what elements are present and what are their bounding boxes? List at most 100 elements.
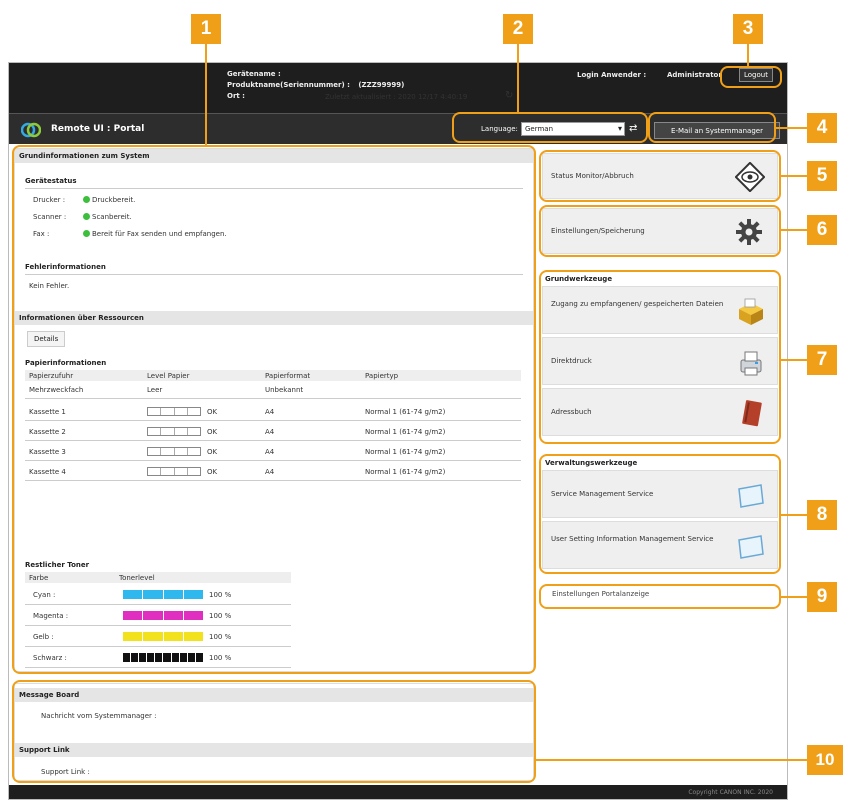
management-tools-title: Verwaltungswerkzeuge [545, 459, 638, 467]
paper-level-gauge [147, 467, 201, 476]
callout-stem-3 [747, 42, 749, 67]
service-management-label: Service Management Service [551, 490, 654, 498]
error-info-value: Kein Fehler. [29, 282, 70, 290]
status-monitor-tile[interactable]: Status Monitor/Abbruch [542, 153, 778, 199]
toner-level-bar [123, 632, 203, 641]
remote-ui-logo-icon [21, 122, 41, 138]
paper-source: Kassette 3 [29, 448, 66, 456]
settings-label: Einstellungen/Speicherung [551, 227, 645, 235]
basic-tools-title: Grundwerkzeuge [545, 275, 613, 283]
last-updated-text: Zuletzt aktualisiert : 2020 12/17 4:40:1… [325, 93, 468, 101]
paper-source: Kassette 2 [29, 428, 66, 436]
callout-8: 8 [807, 500, 837, 530]
status-ok-icon [83, 196, 90, 203]
toner-level-bar [123, 590, 203, 599]
product-name-row: Produktname(Seriennummer) : (ZZZ99999) [227, 80, 404, 91]
callout-3: 3 [733, 14, 763, 44]
divider [25, 188, 523, 189]
toner-percent: 100 % [209, 654, 232, 662]
copyright-text: Copyright CANON INC. 2020 [688, 789, 773, 796]
scanner-status: Scanbereit. [83, 213, 132, 221]
callout-2: 2 [503, 14, 533, 44]
language-value: German [525, 125, 554, 133]
direct-print-tile[interactable]: Direktdruck [542, 337, 778, 385]
user-setting-info-tile[interactable]: User Setting Information Management Serv… [542, 521, 778, 569]
toner-header-color: Farbe [29, 574, 49, 582]
details-button[interactable]: Details [27, 331, 66, 347]
portal-display-settings-link[interactable]: Einstellungen Portalanzeige [552, 590, 649, 598]
refresh-icon[interactable]: ↻ [505, 90, 513, 101]
paper-header-type: Papiertyp [365, 372, 399, 380]
row-divider [25, 440, 521, 441]
callout-1: 1 [191, 14, 221, 44]
callout-stem-4 [776, 127, 807, 129]
login-user-value: Administrator [667, 71, 722, 79]
paper-source: Mehrzweckfach [29, 386, 84, 394]
row-divider [25, 604, 291, 605]
paper-header-level: Level Papier [147, 372, 190, 380]
toner-percent: 100 % [209, 633, 232, 641]
user-setting-info-label: User Setting Information Management Serv… [551, 535, 714, 543]
system-info-title: Grundinformationen zum System [15, 149, 533, 163]
callout-stem-10 [536, 759, 807, 761]
direct-print-label: Direktdruck [551, 357, 592, 365]
email-to-system-manager-button[interactable]: E-Mail an Systemmanager [654, 122, 780, 139]
page-title: Remote UI : Portal [51, 124, 145, 134]
callout-stem-8 [781, 514, 807, 516]
paper-type: Normal 1 (61-74 g/m2) [365, 468, 446, 476]
received-files-label: Zugang zu empfangenen/ gespeicherten Dat… [551, 300, 724, 308]
received-files-tile[interactable]: Zugang zu empfangenen/ gespeicherten Dat… [542, 286, 778, 334]
callout-stem-1 [205, 42, 207, 146]
printer-icon [740, 351, 762, 376]
row-divider [25, 420, 521, 421]
settings-tile[interactable]: Einstellungen/Speicherung [542, 208, 778, 254]
paper-format: A4 [265, 428, 275, 436]
paper-header-format: Papierformat [265, 372, 311, 380]
address-book-icon [742, 400, 762, 427]
row-divider [25, 460, 521, 461]
system-info-panel: Grundinformationen zum System Gerätestat… [14, 148, 534, 672]
status-ok-icon [83, 230, 90, 237]
logout-button[interactable]: Logout [739, 68, 773, 82]
paper-info-title: Papierinformationen [25, 359, 107, 367]
callout-stem-9 [781, 596, 807, 598]
callout-stem-6 [781, 229, 807, 231]
toner-color-label: Magenta : [33, 612, 69, 620]
callout-4: 4 [807, 113, 837, 143]
paper-format: A4 [265, 468, 275, 476]
paper-format: A4 [265, 408, 275, 416]
toner-percent: 100 % [209, 612, 232, 620]
support-link-text: Support Link : [41, 768, 90, 776]
paper-header-source: Papierzufuhr [29, 372, 74, 380]
callout-5: 5 [807, 161, 837, 191]
device-info-bar: Gerätename : Produktname(Seriennummer) :… [9, 63, 787, 113]
row-divider [25, 667, 291, 668]
paper-source: Kassette 1 [29, 408, 66, 416]
callout-6: 6 [807, 215, 837, 245]
row-divider [25, 625, 291, 626]
gear-icon [736, 219, 762, 245]
language-select[interactable]: German ▾ [521, 122, 625, 136]
toner-table-header [25, 572, 291, 583]
service-management-tile[interactable]: Service Management Service [542, 470, 778, 518]
language-apply-icon[interactable]: ⇄ [629, 123, 637, 134]
portal-header: Remote UI : Portal Language: German ▾ ⇄ … [9, 113, 787, 144]
toner-level-bar [123, 611, 203, 620]
message-board-panel: Message Board Nachricht vom Systemmanage… [14, 683, 534, 781]
eye-monitor-icon [735, 162, 765, 192]
error-info-title: Fehlerinformationen [25, 263, 106, 271]
toner-color-label: Gelb : [33, 633, 54, 641]
device-name-label: Gerätename : [227, 70, 281, 78]
address-book-label: Adressbuch [551, 408, 592, 416]
printer-status: Druckbereit. [83, 196, 135, 204]
paper-level: Leer [147, 386, 163, 394]
printer-status-label: Drucker : [33, 196, 66, 204]
toner-color-label: Cyan : [33, 591, 56, 599]
address-book-tile[interactable]: Adressbuch [542, 388, 778, 436]
paper-level: OK [207, 468, 218, 476]
message-board-text: Nachricht vom Systemmanager : [41, 712, 157, 720]
toner-color-label: Schwarz : [33, 654, 67, 662]
window-app-icon [738, 535, 764, 559]
fax-status: Bereit für Fax senden und empfangen. [83, 230, 227, 238]
toner-title: Restlicher Toner [25, 561, 90, 569]
